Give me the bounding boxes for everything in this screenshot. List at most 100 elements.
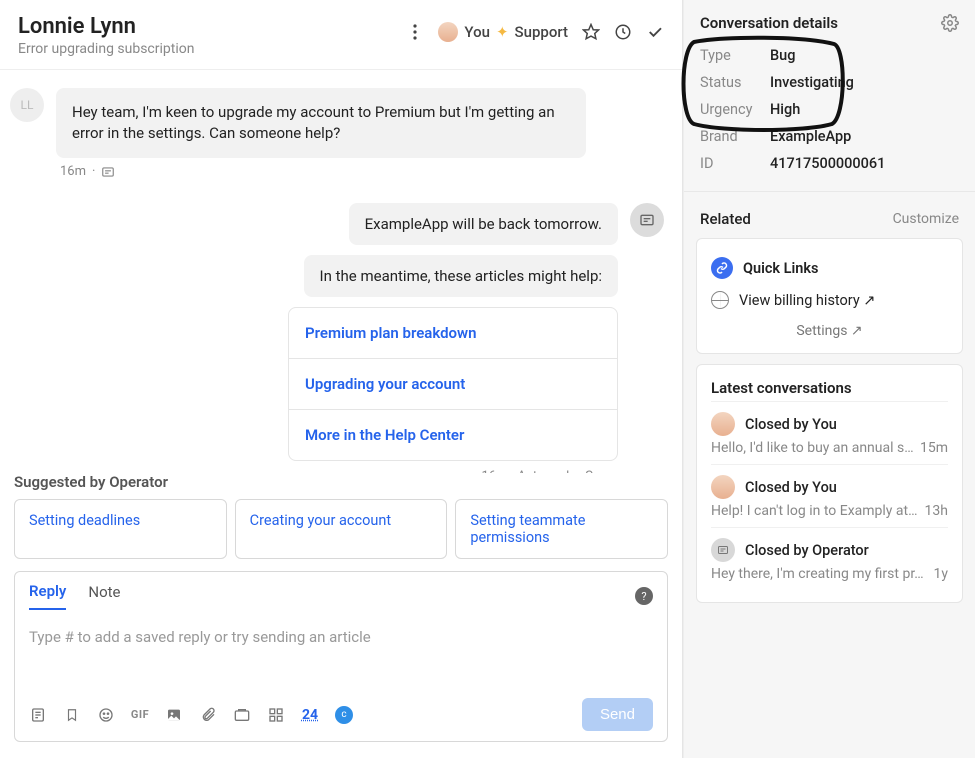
tab-note[interactable]: Note bbox=[88, 583, 120, 609]
detail-value: Bug bbox=[770, 47, 795, 64]
billing-link[interactable]: View billing history ↗ bbox=[711, 285, 948, 315]
header-left: Lonnie Lynn Error upgrading subscription bbox=[18, 14, 406, 57]
composer: Reply Note ? GIF 24 c Send bbox=[14, 571, 668, 742]
composer-tabs: Reply Note ? bbox=[29, 582, 653, 610]
article-icon[interactable] bbox=[233, 706, 251, 724]
detail-value: Investigating bbox=[770, 74, 854, 91]
hours-badge[interactable]: 24 bbox=[301, 706, 319, 724]
detail-label: Urgency bbox=[700, 101, 770, 118]
conv-time: 1y bbox=[934, 566, 949, 582]
customer-message: Hey team, I'm keen to upgrade my account… bbox=[56, 88, 586, 158]
closed-by: Closed by Operator bbox=[745, 542, 869, 559]
article-link-list: Premium plan breakdown Upgrading your ac… bbox=[288, 307, 618, 461]
closed-by: Closed by You bbox=[745, 479, 837, 496]
conversation-subject: Error upgrading subscription bbox=[18, 41, 406, 57]
detail-value: 41717500000061 bbox=[770, 155, 885, 172]
help-icon[interactable]: ? bbox=[635, 587, 653, 605]
saved-reply-icon[interactable] bbox=[29, 706, 47, 724]
closed-by: Closed by You bbox=[745, 416, 837, 433]
suggested-card[interactable]: Setting deadlines bbox=[14, 499, 227, 559]
customer-message-meta: 16m · bbox=[60, 164, 664, 179]
detail-row-urgency[interactable]: UrgencyHigh bbox=[700, 96, 959, 123]
detail-label: Brand bbox=[700, 128, 770, 145]
bot-avatar bbox=[630, 203, 664, 237]
conv-preview: Hey there, I'm creating my first pr… bbox=[711, 566, 928, 582]
settings-link[interactable]: Settings ↗ bbox=[711, 315, 948, 341]
conversation-header: Lonnie Lynn Error upgrading subscription… bbox=[0, 0, 682, 70]
assignee-chip[interactable]: You ✦ Support bbox=[438, 22, 568, 42]
detail-row-brand[interactable]: BrandExampleApp bbox=[700, 123, 959, 150]
detail-value: High bbox=[770, 101, 800, 118]
c-badge-icon[interactable]: c bbox=[335, 706, 353, 724]
seen-icon bbox=[101, 165, 115, 179]
conv-time: 13h bbox=[925, 503, 948, 519]
star-icon[interactable] bbox=[582, 23, 600, 41]
bot-row-1: ExampleApp will be back tomorrow. bbox=[349, 203, 664, 245]
detail-row-type[interactable]: TypeBug bbox=[700, 42, 959, 69]
gif-icon[interactable]: GIF bbox=[131, 706, 149, 724]
gear-icon[interactable] bbox=[941, 14, 959, 32]
detail-row-id[interactable]: ID41717500000061 bbox=[700, 150, 959, 177]
latest-title: Latest conversations bbox=[711, 377, 948, 401]
timestamp: 16m bbox=[60, 164, 86, 179]
tab-reply[interactable]: Reply bbox=[29, 582, 66, 610]
link-icon bbox=[711, 257, 733, 279]
conversation-item[interactable]: Closed by Operator Hey there, I'm creati… bbox=[711, 527, 948, 590]
billing-label: View billing history ↗ bbox=[739, 292, 875, 309]
related-header: Related Customize bbox=[684, 191, 975, 238]
customer-name: Lonnie Lynn bbox=[18, 14, 406, 39]
conversation-item[interactable]: Closed by You Help! I can't log in to Ex… bbox=[711, 464, 948, 527]
article-link[interactable]: Premium plan breakdown bbox=[289, 308, 617, 359]
detail-label: ID bbox=[700, 155, 770, 172]
avatar-icon bbox=[438, 22, 458, 42]
main-pane: Lonnie Lynn Error upgrading subscription… bbox=[0, 0, 683, 758]
customer-avatar: LL bbox=[10, 88, 44, 122]
header-actions: You ✦ Support bbox=[406, 14, 664, 42]
details-list: TypeBug StatusInvestigating UrgencyHigh … bbox=[684, 42, 975, 191]
operator-avatar-icon bbox=[711, 538, 735, 562]
suggested-title: Suggested by Operator bbox=[14, 473, 668, 491]
suggested-card[interactable]: Setting teammate permissions bbox=[455, 499, 668, 559]
app-icon[interactable] bbox=[267, 706, 285, 724]
you-label: You bbox=[464, 23, 490, 41]
detail-label: Type bbox=[700, 47, 770, 64]
article-link[interactable]: More in the Help Center bbox=[289, 410, 617, 460]
bot-replies: ExampleApp will be back tomorrow. In the… bbox=[10, 203, 664, 461]
quick-links-label: Quick Links bbox=[743, 260, 819, 277]
attachment-icon[interactable] bbox=[199, 706, 217, 724]
article-link[interactable]: Upgrading your account bbox=[289, 359, 617, 410]
bot-message-1: ExampleApp will be back tomorrow. bbox=[349, 203, 618, 245]
more-icon[interactable] bbox=[406, 23, 424, 41]
conversation-item[interactable]: Closed by You Hello, I'd like to buy an … bbox=[711, 401, 948, 464]
suggested-section: Suggested by Operator Setting deadlines … bbox=[0, 473, 682, 559]
conv-preview: Help! I can't log in to Examply at … bbox=[711, 503, 919, 519]
sidebar: Conversation details TypeBug StatusInves… bbox=[683, 0, 975, 758]
conv-time: 15m bbox=[920, 440, 948, 456]
emoji-icon[interactable] bbox=[97, 706, 115, 724]
snooze-icon[interactable] bbox=[614, 23, 632, 41]
suggested-card[interactable]: Creating your account bbox=[235, 499, 448, 559]
globe-icon bbox=[711, 291, 729, 309]
composer-toolbar: GIF 24 c Send bbox=[29, 698, 653, 731]
sparkle-icon: ✦ bbox=[496, 23, 509, 41]
suggested-row: Setting deadlines Creating your account … bbox=[14, 499, 668, 559]
close-check-icon[interactable] bbox=[646, 23, 664, 41]
quick-links-panel: Quick Links View billing history ↗ Setti… bbox=[696, 238, 963, 354]
detail-label: Status bbox=[700, 74, 770, 91]
image-icon[interactable] bbox=[165, 706, 183, 724]
latest-conversations-panel: Latest conversations Closed by You Hello… bbox=[696, 364, 963, 603]
quick-links-row[interactable]: Quick Links bbox=[711, 251, 948, 285]
related-title: Related bbox=[700, 210, 893, 228]
avatar-icon bbox=[711, 412, 735, 436]
conv-preview: Hello, I'd like to buy an annual s… bbox=[711, 440, 914, 456]
details-title: Conversation details bbox=[700, 14, 941, 32]
support-label: Support bbox=[515, 23, 568, 41]
bot-message-2: In the meantime, these articles might he… bbox=[304, 255, 618, 297]
customize-link[interactable]: Customize bbox=[893, 211, 959, 227]
bookmark-icon[interactable] bbox=[63, 706, 81, 724]
detail-row-status[interactable]: StatusInvestigating bbox=[700, 69, 959, 96]
reply-input[interactable] bbox=[29, 610, 653, 694]
customer-message-row: LL Hey team, I'm keen to upgrade my acco… bbox=[10, 88, 664, 158]
detail-value: ExampleApp bbox=[770, 128, 851, 145]
send-button[interactable]: Send bbox=[582, 698, 653, 731]
